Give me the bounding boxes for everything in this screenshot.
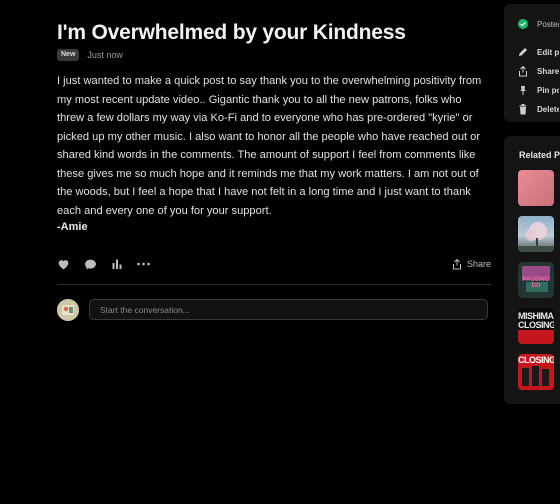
related-thumb-text: PAUSING DO (522, 277, 550, 289)
more-dots-icon (137, 262, 150, 266)
share-icon (519, 65, 527, 76)
share-button[interactable]: Share (452, 256, 491, 272)
more-button[interactable] (137, 256, 150, 272)
share-item-label: Share (537, 66, 559, 76)
post-meta: New Just now (57, 49, 123, 61)
new-badge: New (57, 49, 80, 61)
comment-field[interactable] (89, 299, 488, 320)
avatar[interactable] (57, 299, 79, 321)
heart-icon (58, 260, 69, 270)
comment-icon (85, 259, 96, 269)
related-post-thumb[interactable]: MISHIMA CLOSING (518, 308, 554, 344)
insights-button[interactable] (111, 256, 123, 272)
post-status-panel: Posted Edit post Share Pin post Delete (504, 4, 560, 122)
share-icon (452, 258, 461, 269)
share-item[interactable]: Share (518, 64, 559, 78)
divider (57, 284, 491, 285)
post-timestamp: Just now (87, 50, 123, 60)
comment-input[interactable] (98, 303, 479, 316)
related-post-thumb[interactable]: PAUSING DO (518, 262, 554, 298)
edit-post-item[interactable]: Edit post (518, 45, 559, 59)
delete-label: Delete (537, 104, 559, 114)
avatar-image-icon (57, 299, 79, 321)
pin-post-label: Pin post (537, 85, 559, 95)
post-title: I'm Overwhelmed by your Kindness (57, 21, 406, 44)
post-body: I just wanted to make a quick post to sa… (57, 75, 482, 217)
comment-button[interactable] (84, 256, 97, 272)
pencil-icon (519, 48, 527, 56)
pin-icon (520, 85, 526, 95)
related-posts-panel: Related Posts PAUSING DO MISHIMA CLOSING… (504, 136, 560, 404)
figures-image-icon (522, 366, 549, 386)
post-actions: Share (57, 256, 491, 272)
related-post-thumb[interactable] (518, 216, 554, 252)
post-signature: -Amie (57, 221, 88, 233)
trash-icon (519, 103, 527, 114)
delete-item[interactable]: Delete (518, 102, 559, 116)
related-post-thumb[interactable] (518, 170, 554, 206)
check-circle-icon (518, 19, 528, 29)
related-posts-title: Related Posts (519, 150, 560, 160)
posted-status: Posted (518, 17, 559, 31)
figures-image-icon (518, 330, 554, 344)
bar-chart-icon (112, 259, 122, 269)
like-button[interactable] (57, 256, 70, 272)
related-post-thumb[interactable]: CLOSING (518, 354, 554, 390)
pin-post-item[interactable]: Pin post (518, 83, 559, 97)
posted-label: Posted (537, 19, 559, 29)
tree-image-icon (518, 222, 554, 252)
share-label: Share (466, 259, 491, 269)
edit-post-label: Edit post (537, 47, 559, 57)
